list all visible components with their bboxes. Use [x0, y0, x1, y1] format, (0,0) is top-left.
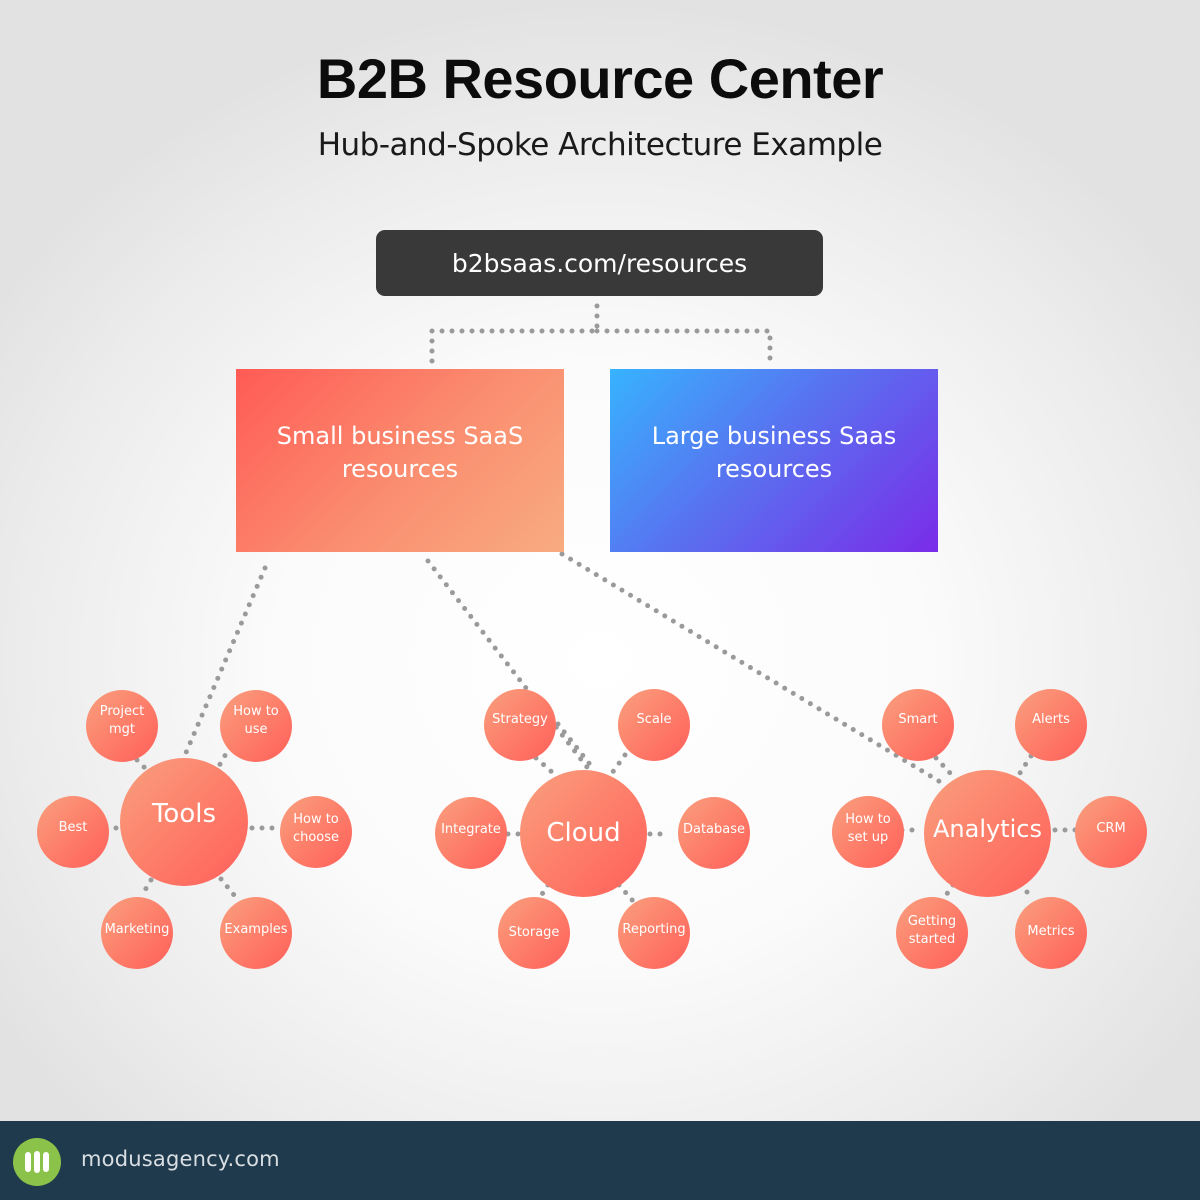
- spoke-node[interactable]: Metrics: [1015, 897, 1087, 969]
- connector-cloud-reporting: [616, 882, 636, 904]
- spoke-node[interactable]: Project mgt: [86, 690, 158, 762]
- connector-tools-project: [134, 757, 150, 773]
- connector-root-to-large: [594, 328, 773, 368]
- segment-small-business[interactable]: Small business SaaS resources: [236, 369, 564, 552]
- hub-tools[interactable]: Tools: [120, 758, 248, 886]
- spoke-node[interactable]: CRM: [1075, 796, 1147, 868]
- hub-cloud[interactable]: Cloud: [520, 770, 647, 897]
- spoke-node[interactable]: Marketing: [101, 897, 173, 969]
- segment-small-business-label: Small business SaaS resources: [276, 421, 524, 483]
- connector-tools-examples: [218, 876, 237, 898]
- spoke-node[interactable]: How to choose: [280, 796, 352, 868]
- connector-cloud-strategy-2: [555, 721, 595, 770]
- footer-website-link[interactable]: modusagency.com: [81, 1147, 280, 1171]
- spoke-node[interactable]: Getting started: [896, 897, 968, 969]
- connector-tools-marketing: [138, 877, 154, 900]
- connector-analytics-alerts: [1017, 753, 1034, 776]
- spoke-node[interactable]: Storage: [498, 897, 570, 969]
- spoke-node[interactable]: Examples: [220, 897, 292, 969]
- connector-small-to-analytics: [559, 551, 950, 789]
- connector-lines: [103, 303, 1080, 905]
- modus-logo-icon: [13, 1138, 61, 1186]
- root-url-node[interactable]: b2bsaas.com/resources: [376, 230, 823, 296]
- footer-bar: modusagency.com: [0, 1121, 1200, 1200]
- spoke-node[interactable]: Smart: [882, 689, 954, 761]
- connector-analytics-metrics: [1018, 881, 1036, 903]
- spoke-node[interactable]: Reporting: [618, 897, 690, 969]
- segment-large-business-label: Large business Saas resources: [651, 421, 897, 483]
- connector-root-to-segments: [429, 303, 600, 368]
- connector-cloud-strategy: [533, 755, 556, 776]
- spoke-node[interactable]: Best: [37, 796, 109, 868]
- connector-cloud-scale: [609, 752, 628, 776]
- spoke-node[interactable]: Strategy: [484, 689, 556, 761]
- spoke-node[interactable]: Database: [678, 797, 750, 869]
- segment-large-business[interactable]: Large business Saas resources: [610, 369, 938, 552]
- root-url-label: b2bsaas.com/resources: [451, 248, 748, 278]
- spoke-node[interactable]: Scale: [618, 689, 690, 761]
- spoke-node[interactable]: Alerts: [1015, 689, 1087, 761]
- hub-analytics[interactable]: Analytics: [924, 770, 1051, 897]
- spoke-node[interactable]: How to use: [220, 690, 292, 762]
- spoke-node[interactable]: How to set up: [832, 796, 904, 868]
- connector-analytics-smart: [933, 755, 954, 777]
- spoke-node[interactable]: Integrate: [435, 797, 507, 869]
